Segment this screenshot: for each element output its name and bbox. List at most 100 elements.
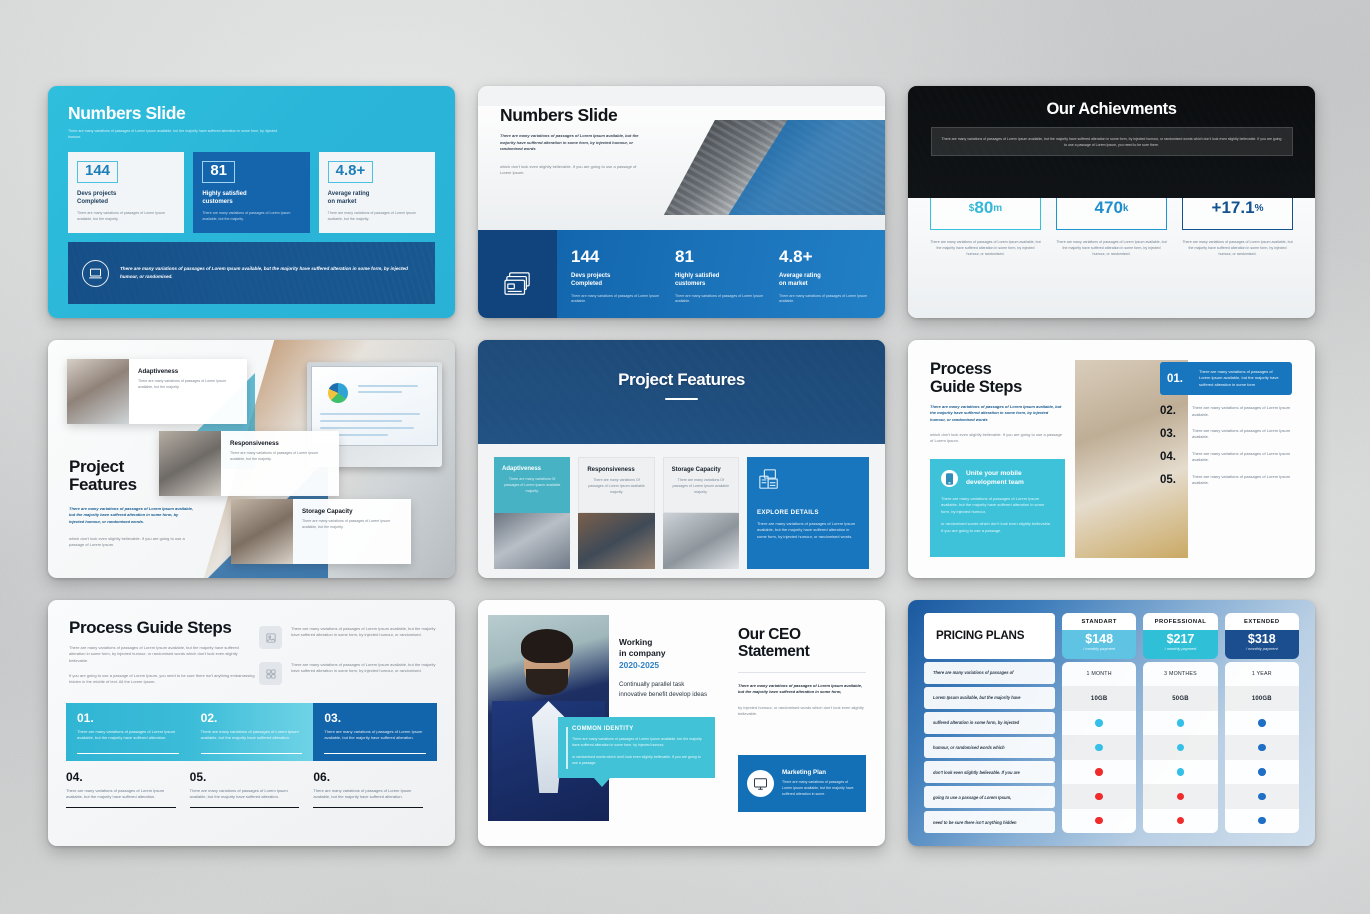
feature-row: don't look even slightly believable. If …: [924, 761, 1055, 784]
tail-paragraph: which don't look even slightly believabl…: [930, 432, 1062, 444]
step-number: 06.: [313, 770, 331, 784]
cross-dot-icon: [1176, 792, 1185, 801]
plan-name: STANDART: [1062, 613, 1137, 630]
step-item-active[interactable]: 01. There are many variations of passage…: [1160, 362, 1292, 396]
page-title: Project Features: [618, 370, 745, 389]
feature-column[interactable]: Responsiveness There are many variations…: [578, 457, 655, 569]
stat-card[interactable]: 4.8+ Average rating on market There are …: [318, 152, 435, 234]
step-item[interactable]: 01. There are many variations of passage…: [66, 703, 190, 761]
plan-mark-cell: [1062, 760, 1136, 784]
achievement-column[interactable]: ANNUAL GROW +17.1% There are many variat…: [1182, 164, 1293, 258]
cross-dot-icon: [1095, 768, 1103, 776]
feature-row: suffered alteration in some form, by inj…: [924, 711, 1055, 734]
cross-dot-icon: [1095, 792, 1103, 801]
side-note-item[interactable]: There are many variations of passages of…: [259, 626, 437, 649]
step-desc: There are many variations of passages of…: [313, 788, 412, 800]
plan-storage: 100GB: [1224, 686, 1299, 711]
stat-card[interactable]: 144 Devs projects Completed There are ma…: [68, 152, 185, 234]
intro-paragraph-1: There are many variations of passages of…: [69, 644, 239, 663]
bubble-accent-line: [566, 727, 568, 769]
feature-desc: There are many variations of passages of…: [230, 451, 319, 461]
slide-process-grid[interactable]: Process Guide Steps There are many varia…: [48, 600, 455, 846]
title-divider: [665, 397, 698, 401]
cross-dot-icon: [1095, 816, 1103, 825]
marketing-plan-panel[interactable]: Marketing Plan There are many variations…: [738, 755, 866, 812]
feature-desc: There are many variations Of passages of…: [672, 478, 730, 494]
step-item[interactable]: 04. There are many variations of passage…: [1160, 451, 1292, 464]
stat-desc: There are many variations of passages of…: [675, 293, 764, 304]
grid-blocks-icon: [259, 662, 282, 685]
slide-project-features-hero[interactable]: Project Features Adaptiveness There are …: [478, 340, 885, 578]
feature-column[interactable]: Adaptiveness There are many variations O…: [494, 457, 571, 569]
check-dot-icon: [1258, 792, 1266, 801]
feature-thumbnail: [67, 359, 129, 424]
achievement-column[interactable]: MONTH INCOME $80m There are many variati…: [930, 164, 1041, 258]
slide-numbers-white[interactable]: Numbers Slide There are many variations …: [478, 86, 885, 318]
intro-paragraph-1: There are many variations of passages of…: [500, 133, 639, 152]
stat-desc: There are many variations of passages of…: [202, 211, 291, 222]
plan-storage: 10GB: [1062, 686, 1137, 711]
slide-ceo-statement[interactable]: Working in company 2020-2025 Continually…: [478, 600, 885, 846]
side-note-text: There are many variations of passages of…: [291, 662, 436, 674]
step-item[interactable]: 06. There are many variations of passage…: [313, 770, 437, 808]
feature-thumbnail: [159, 431, 221, 496]
step-desc: There are many variations of passages of…: [1192, 405, 1291, 417]
laptop-icon: [82, 259, 109, 287]
plan-period: / monthly payment: [1164, 646, 1197, 652]
feature-card[interactable]: Responsiveness There are many variations…: [159, 431, 339, 496]
plan-duration: 3 MONTHES: [1164, 671, 1197, 678]
feature-row: There are many variations of passages of: [924, 662, 1055, 684]
statement-paragraph-2: by injected humour, or randomised words …: [738, 704, 864, 716]
cta-panel[interactable]: Unite your mobile development team There…: [930, 459, 1065, 557]
plan-storage: 50GB: [1143, 686, 1218, 711]
step-item[interactable]: 03. There are many variations of passage…: [313, 703, 438, 761]
feature-column[interactable]: Storage Capacity There are many variatio…: [662, 457, 739, 569]
pricing-plan-column[interactable]: STANDART $148 / monthly payment 1 MONTH …: [1062, 613, 1137, 833]
explore-details-panel[interactable]: EXPLORE DETAILS There are many variation…: [746, 457, 869, 569]
step-item[interactable]: 02. There are many variations of passage…: [1160, 405, 1292, 418]
stat-item[interactable]: 81 Highly satisfied customers There are …: [675, 248, 765, 318]
plan-mark-cell: [1062, 784, 1137, 809]
step-item[interactable]: 02. There are many variations of passage…: [189, 703, 314, 761]
page-title: Project Features: [69, 457, 137, 495]
stat-item[interactable]: 4.8+ Average rating on market There are …: [779, 248, 869, 318]
feature-card[interactable]: Storage Capacity There are many variatio…: [231, 499, 411, 564]
value-unit: %: [1254, 202, 1264, 214]
feature-row: going to use a passage of Lorem Ipsum,: [924, 786, 1055, 809]
common-identity-bubble[interactable]: COMMON IDENTITY There are many variation…: [558, 717, 715, 787]
step-item[interactable]: 05. There are many variations of passage…: [1160, 474, 1292, 487]
steps-list: 01. There are many variations of passage…: [1160, 362, 1292, 496]
pie-chart-icon: [328, 383, 348, 403]
step-item[interactable]: 03. There are many variations of passage…: [1160, 428, 1292, 441]
step-item[interactable]: 05. There are many variations of passage…: [189, 771, 314, 808]
side-note-item[interactable]: There are many variations of passages of…: [259, 662, 437, 685]
slide-numbers-cyan[interactable]: Numbers Slide There are many variations …: [48, 86, 455, 318]
pricing-plan-column[interactable]: EXTENDED $318 / monthly payment 1 YEAR 1…: [1224, 613, 1299, 833]
page-title: Numbers Slide: [68, 103, 186, 123]
step-item[interactable]: 04. There are many variations of passage…: [66, 771, 190, 808]
step-number: 01.: [1167, 372, 1183, 385]
plan-duration: 1 YEAR: [1251, 671, 1272, 678]
step-number: 03.: [324, 711, 342, 725]
stat-card[interactable]: 81 Highly satisfied customers There are …: [193, 152, 310, 234]
plan-mark-cell: [1225, 711, 1299, 735]
step-number: 04.: [1160, 450, 1176, 463]
plan-mark-cell: [1143, 809, 1217, 833]
achievement-column[interactable]: CUSTOMERS 470k There are many variations…: [1056, 164, 1167, 258]
plan-mark-cell: [1062, 735, 1137, 760]
feature-card[interactable]: Adaptiveness There are many variations o…: [67, 359, 247, 424]
page-title: Process Guide Steps: [930, 360, 1022, 397]
feature-desc: There are many variations Of passages of…: [503, 477, 561, 493]
slide-achievements[interactable]: Our Achievments There are many variation…: [908, 86, 1315, 318]
feature-head: Storage Capacity There are many variatio…: [662, 457, 739, 513]
banner-text: There are many variations of passages of…: [120, 266, 408, 280]
slide-project-features-photos[interactable]: Adaptiveness There are many variations o…: [48, 340, 455, 578]
pricing-plan-column[interactable]: PROFESSIONAL $217 / monthly payment 3 MO…: [1143, 613, 1218, 833]
stat-desc: There are many variations of passages of…: [327, 211, 416, 222]
slide-process-photo[interactable]: Process Guide Steps There are many varia…: [908, 340, 1315, 578]
step-desc: There are many variations of passages of…: [324, 729, 423, 741]
stat-item[interactable]: 144 Devs projects Completed There are ma…: [571, 248, 661, 318]
stat-value: 81: [675, 247, 694, 266]
plan-mark-cell: [1225, 809, 1299, 833]
slide-pricing-plans[interactable]: PRICING PLANS There are many variations …: [908, 600, 1315, 846]
